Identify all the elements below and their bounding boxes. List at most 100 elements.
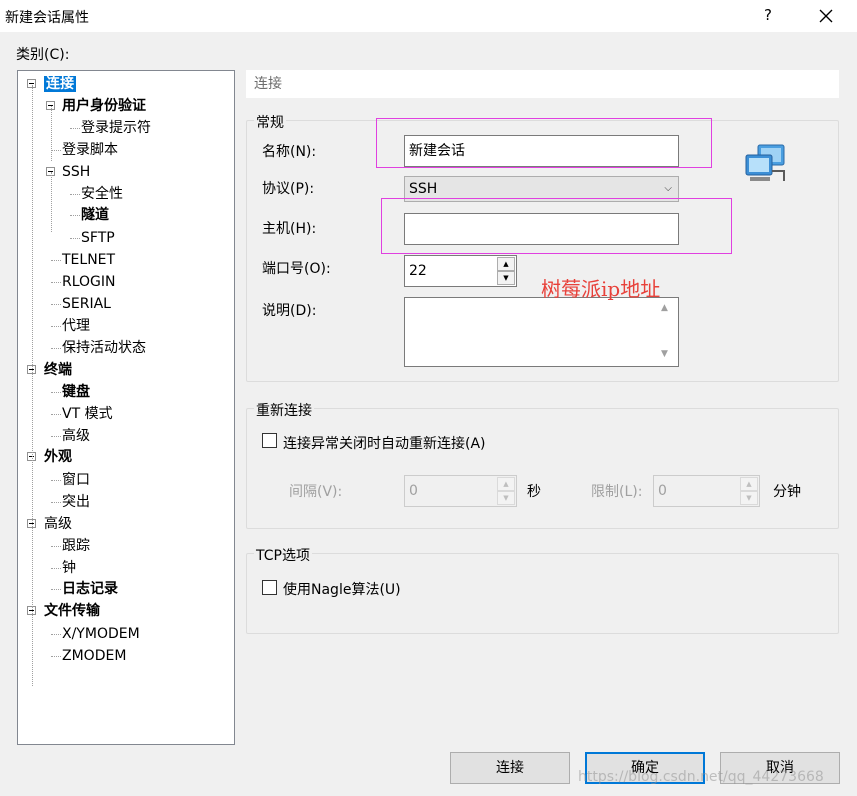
tree-item-label: 窗口 xyxy=(62,472,90,488)
tree-connector xyxy=(70,194,80,195)
tree-item[interactable]: SSH xyxy=(62,162,90,182)
tree-item[interactable]: 突出 xyxy=(62,492,90,512)
tree-item[interactable]: 窗口 xyxy=(62,470,90,490)
tree-connector xyxy=(51,392,61,393)
interval-value: 0 xyxy=(409,483,418,499)
tree-connector xyxy=(51,150,61,151)
interval-up-button[interactable]: ▲ xyxy=(497,477,515,491)
tree-item[interactable]: TELNET xyxy=(62,250,115,270)
port-down-button[interactable]: ▼ xyxy=(497,271,515,285)
tree-item-label: 文件传输 xyxy=(44,603,100,619)
tree-item[interactable]: 登录提示符 xyxy=(81,118,151,138)
connect-button[interactable]: 连接 xyxy=(450,752,570,784)
tree-connector xyxy=(70,128,80,129)
watermark: https://blog.csdn.net/qq_44273668 xyxy=(578,769,824,785)
tree-connector xyxy=(51,546,61,547)
host-highlight-box xyxy=(381,198,732,254)
tree-item[interactable]: 日志记录 xyxy=(62,579,118,599)
tree-connector xyxy=(51,326,61,327)
tree-item[interactable]: 键盘 xyxy=(62,382,90,402)
tree-connector xyxy=(32,606,33,686)
tree-item-label: 代理 xyxy=(62,318,90,334)
tree-item[interactable]: ZMODEM xyxy=(62,646,126,666)
tree-item[interactable]: 保持活动状态 xyxy=(62,338,146,358)
tree-connector xyxy=(51,348,61,349)
tree-item-label: 跟踪 xyxy=(62,538,90,554)
tree-item-label: 用户身份验证 xyxy=(62,98,146,114)
interval-label: 间隔(V): xyxy=(289,484,343,500)
tree-item-label: 登录提示符 xyxy=(81,120,151,136)
tree-item[interactable]: X/YMODEM xyxy=(62,624,140,644)
tree-item[interactable]: SFTP xyxy=(81,228,115,248)
tree-item[interactable]: 用户身份验证 xyxy=(62,96,146,116)
tree-connector xyxy=(51,106,52,161)
tree-item[interactable]: 终端 xyxy=(44,360,72,380)
tree-item[interactable]: 连接 xyxy=(44,74,76,94)
auto-reconnect-label: 连接异常关闭时自动重新连接(A) xyxy=(283,436,486,452)
tree-item[interactable]: 安全性 xyxy=(81,184,123,204)
tree-connector xyxy=(51,589,61,590)
tree-item[interactable]: SERIAL xyxy=(62,294,111,314)
scroll-down-icon[interactable]: ▼ xyxy=(661,349,668,359)
port-label: 端口号(O): xyxy=(262,261,331,277)
tree-connector xyxy=(51,502,61,503)
tree-connector xyxy=(51,480,61,481)
interval-down-button[interactable]: ▼ xyxy=(497,491,515,505)
window-title: 新建会话属性 xyxy=(5,10,89,26)
tree-item[interactable]: 钟 xyxy=(62,558,76,578)
tree-item[interactable]: VT 模式 xyxy=(62,404,113,424)
category-tree[interactable]: 连接用户身份验证登录提示符登录脚本 SSH 安全性 隧道 SFTP TELNET RLOGI… xyxy=(17,70,235,745)
limit-down-button[interactable]: ▼ xyxy=(740,491,758,505)
tree-item-label: 登录脚本 xyxy=(62,142,118,158)
tree-connector xyxy=(51,282,61,283)
tree-item-label: 外观 xyxy=(44,449,72,465)
tree-item[interactable]: 登录脚本 xyxy=(62,140,118,160)
tree-connector xyxy=(32,85,33,605)
annotation-text: 树莓派ip地址 xyxy=(541,277,661,301)
auto-reconnect-checkbox[interactable] xyxy=(262,433,277,448)
tree-item[interactable]: 高级 xyxy=(44,514,72,534)
name-label: 名称(N): xyxy=(262,144,317,160)
tcp-group-title: TCP选项 xyxy=(254,545,312,565)
tree-item-label: 高级 xyxy=(62,428,90,444)
description-input[interactable] xyxy=(404,297,679,367)
tree-item-label: 保持活动状态 xyxy=(62,340,146,356)
title-bar: 新建会话属性 ? xyxy=(0,0,857,32)
tree-item-label: RLOGIN xyxy=(62,274,116,290)
scroll-up-icon[interactable]: ▲ xyxy=(661,303,668,313)
reconnect-group-title: 重新连接 xyxy=(254,400,314,420)
port-up-button[interactable]: ▲ xyxy=(497,257,515,271)
interval-unit: 秒 xyxy=(527,484,541,500)
tree-item-label: SSH xyxy=(62,164,91,180)
description-label: 说明(D): xyxy=(262,303,317,319)
tree-item[interactable]: 跟踪 xyxy=(62,536,90,556)
tree-connector xyxy=(51,634,61,635)
tree-item-label: TELNET xyxy=(62,252,116,268)
close-icon[interactable] xyxy=(816,6,836,26)
tree-item[interactable]: 隧道 xyxy=(81,205,109,225)
tree-item-label: 高级 xyxy=(44,516,72,532)
tree-connector xyxy=(51,568,61,569)
limit-value: 0 xyxy=(658,483,667,499)
tree-item[interactable]: RLOGIN xyxy=(62,272,116,292)
limit-up-button[interactable]: ▲ xyxy=(740,477,758,491)
nagle-checkbox[interactable] xyxy=(262,580,277,595)
tree-connector xyxy=(51,414,61,415)
tree-connector xyxy=(51,260,61,261)
tree-item-label: 钟 xyxy=(62,560,76,576)
category-label: 类别(C): xyxy=(16,47,70,63)
tree-item-label: 连接 xyxy=(44,76,76,92)
protocol-value: SSH xyxy=(409,181,438,197)
help-icon[interactable]: ? xyxy=(764,6,772,24)
tree-item-label: 突出 xyxy=(62,494,90,510)
tree-item-label: SERIAL xyxy=(62,296,111,312)
tree-item[interactable]: 外观 xyxy=(44,447,72,467)
tree-item[interactable]: 代理 xyxy=(62,316,90,336)
limit-label: 限制(L): xyxy=(591,484,643,500)
tree-item[interactable]: 高级 xyxy=(62,426,90,446)
limit-unit: 分钟 xyxy=(773,484,801,500)
tree-item[interactable]: 文件传输 xyxy=(44,601,100,621)
tree-connector xyxy=(51,656,61,657)
tree-connector xyxy=(70,215,80,216)
protocol-label: 协议(P): xyxy=(262,181,315,197)
